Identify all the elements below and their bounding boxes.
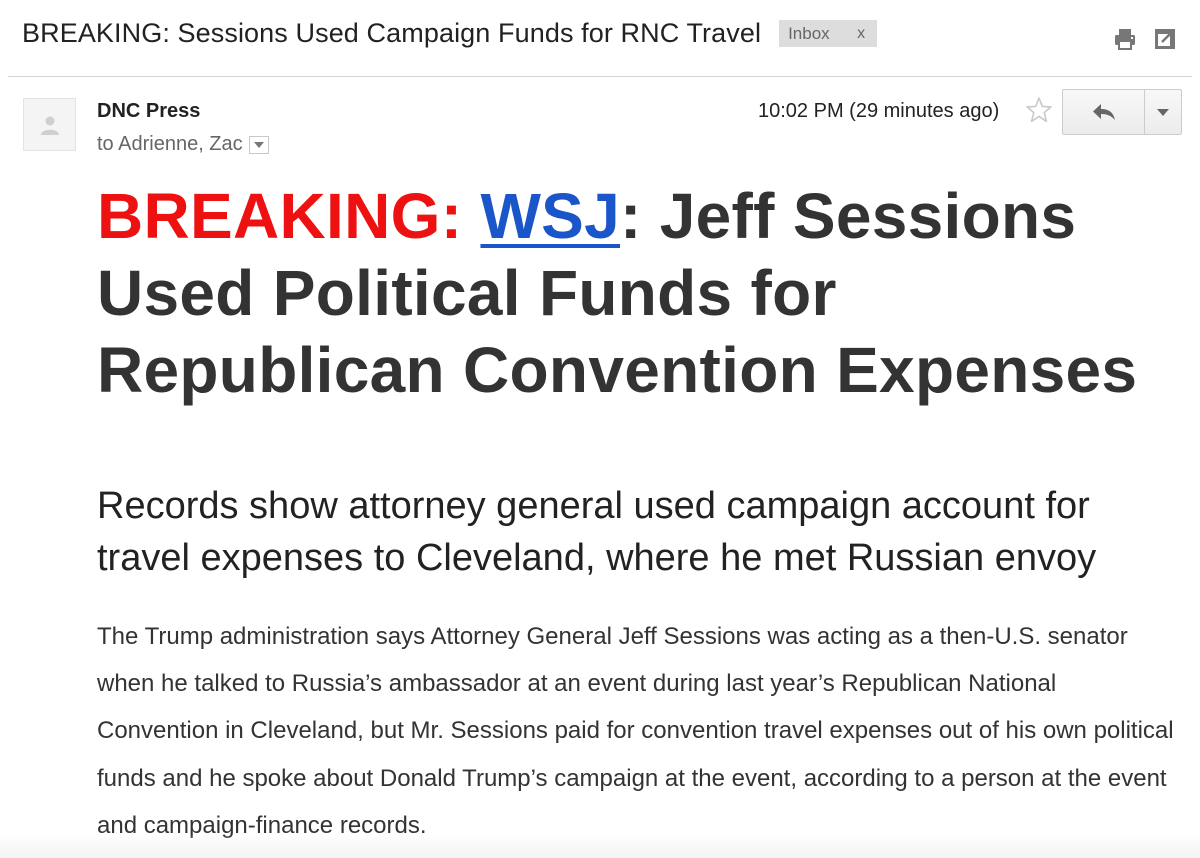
wsj-link[interactable]: WSJ <box>480 180 620 252</box>
inbox-label-text: Inbox <box>788 23 830 43</box>
recipients-text: to Adrienne, Zac <box>97 133 243 155</box>
chevron-down-icon <box>1157 108 1169 116</box>
email-subject: BREAKING: Sessions Used Campaign Funds f… <box>22 18 762 48</box>
subject-row: BREAKING: Sessions Used Campaign Funds f… <box>22 18 878 49</box>
recipients-row: to Adrienne, Zac <box>97 133 269 156</box>
subheadline: Records show attorney general used campa… <box>97 485 1097 579</box>
avatar <box>23 98 76 151</box>
breaking-label: BREAKING: <box>97 180 463 252</box>
bottom-fade <box>0 834 1200 858</box>
reply-icon <box>1092 104 1115 120</box>
new-window-icon[interactable] <box>1152 26 1178 52</box>
reply-button-group <box>1062 89 1182 135</box>
reply-button[interactable] <box>1063 90 1145 134</box>
body-paragraph: The Trump administration says Attorney G… <box>97 623 1174 839</box>
star-icon[interactable] <box>1025 96 1053 124</box>
email-view: BREAKING: Sessions Used Campaign Funds f… <box>0 0 1200 858</box>
top-toolbar <box>1112 26 1178 52</box>
more-actions-button[interactable] <box>1145 90 1181 134</box>
show-details-button[interactable] <box>248 135 269 154</box>
person-icon <box>40 116 59 135</box>
print-icon[interactable] <box>1112 26 1138 52</box>
chevron-down-icon <box>253 141 264 148</box>
timestamp[interactable]: 10:02 PM (29 minutes ago) <box>758 100 999 123</box>
remove-label-button[interactable]: x <box>857 25 865 43</box>
inbox-label[interactable]: Inbox x <box>779 20 878 47</box>
header-divider <box>8 76 1192 77</box>
headline: BREAKING: WSJ: Jeff Sessions Used Politi… <box>97 178 1157 409</box>
sender-name[interactable]: DNC Press <box>97 100 200 123</box>
